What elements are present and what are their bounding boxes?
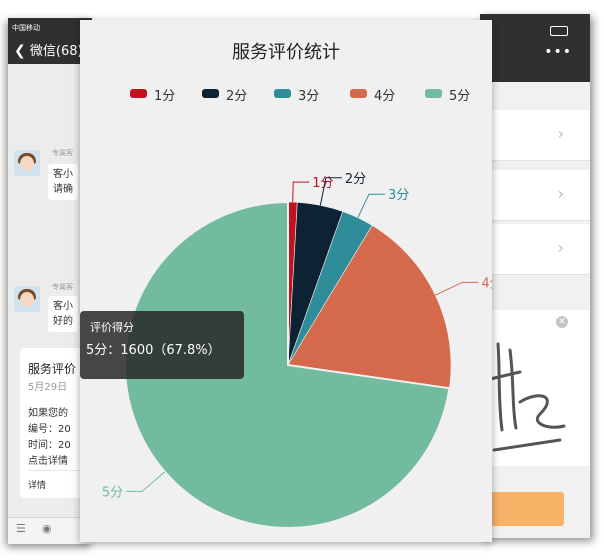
chart-tooltip: 评价得分 5分：1600（67.8%） (80, 311, 244, 379)
list-item[interactable]: › (480, 170, 590, 221)
close-icon[interactable]: ✕ (556, 316, 568, 328)
voice-icon[interactable]: ◉ (42, 522, 52, 535)
label-leader-line (126, 471, 166, 492)
slice-label: 1分 (312, 176, 333, 191)
chat-bubble: 客小 好的 (48, 296, 78, 332)
battery-icon (550, 26, 568, 36)
tooltip-text: 5分：1600（67.8%） (86, 343, 221, 358)
chat-bubble: 客小 请确 (48, 164, 78, 200)
tooltip-title: 评价得分 (90, 321, 134, 334)
card-line: 编号：20 (28, 424, 71, 435)
list-item[interactable]: › (480, 224, 590, 275)
card-title: 服务评价 (28, 362, 77, 376)
card-line: 点击详情 (28, 456, 68, 467)
slice-label: 4分 (481, 276, 492, 291)
back-button[interactable]: 微信(68) (30, 44, 83, 59)
chart-panel: 服务评价统计 1分2分3分4分5分 1分2分3分4分5分 评价得分 5分：160… (80, 20, 492, 542)
pie-chart: 1分 2分 3分 4分 5分 (102, 172, 492, 529)
slice-label: 5分 (102, 485, 123, 500)
chevron-right-icon: › (557, 124, 564, 143)
card-date: 5月29日 (28, 382, 68, 393)
signature-strokes (484, 342, 566, 452)
message-line: 客小 (53, 169, 73, 180)
top-bar: ••• (480, 14, 590, 82)
message-line: 请确 (53, 184, 73, 195)
sender-name: 专属客 (52, 149, 73, 157)
slice-label: 2分 (345, 172, 366, 187)
slice-label: 3分 (388, 188, 409, 203)
chevron-right-icon: › (557, 238, 564, 257)
message-line: 客小 (53, 301, 73, 312)
label-leader-line (435, 281, 479, 296)
avatar[interactable] (14, 150, 40, 176)
signature-pad[interactable]: ✕ (480, 310, 590, 466)
menu-icon[interactable]: ☰ (16, 522, 26, 535)
card-line: 如果您的 (28, 408, 68, 419)
message-line: 好的 (53, 316, 73, 327)
sender-name: 专属客 (52, 283, 73, 291)
label-leader-line (292, 181, 310, 203)
detail-link[interactable]: 详情 (28, 478, 46, 491)
list-item[interactable]: › (480, 110, 590, 161)
more-icon[interactable]: ••• (544, 44, 572, 60)
carrier-label: 中国移动 (12, 24, 40, 32)
back-chevron-icon[interactable]: ❮ (14, 38, 26, 64)
signature-screen: ••• › › › ✕ (480, 14, 590, 538)
avatar[interactable] (14, 286, 40, 312)
label-leader-line (357, 193, 385, 218)
card-line: 时间：20 (28, 440, 71, 451)
submit-button[interactable] (484, 492, 564, 526)
chevron-right-icon: › (557, 184, 564, 203)
